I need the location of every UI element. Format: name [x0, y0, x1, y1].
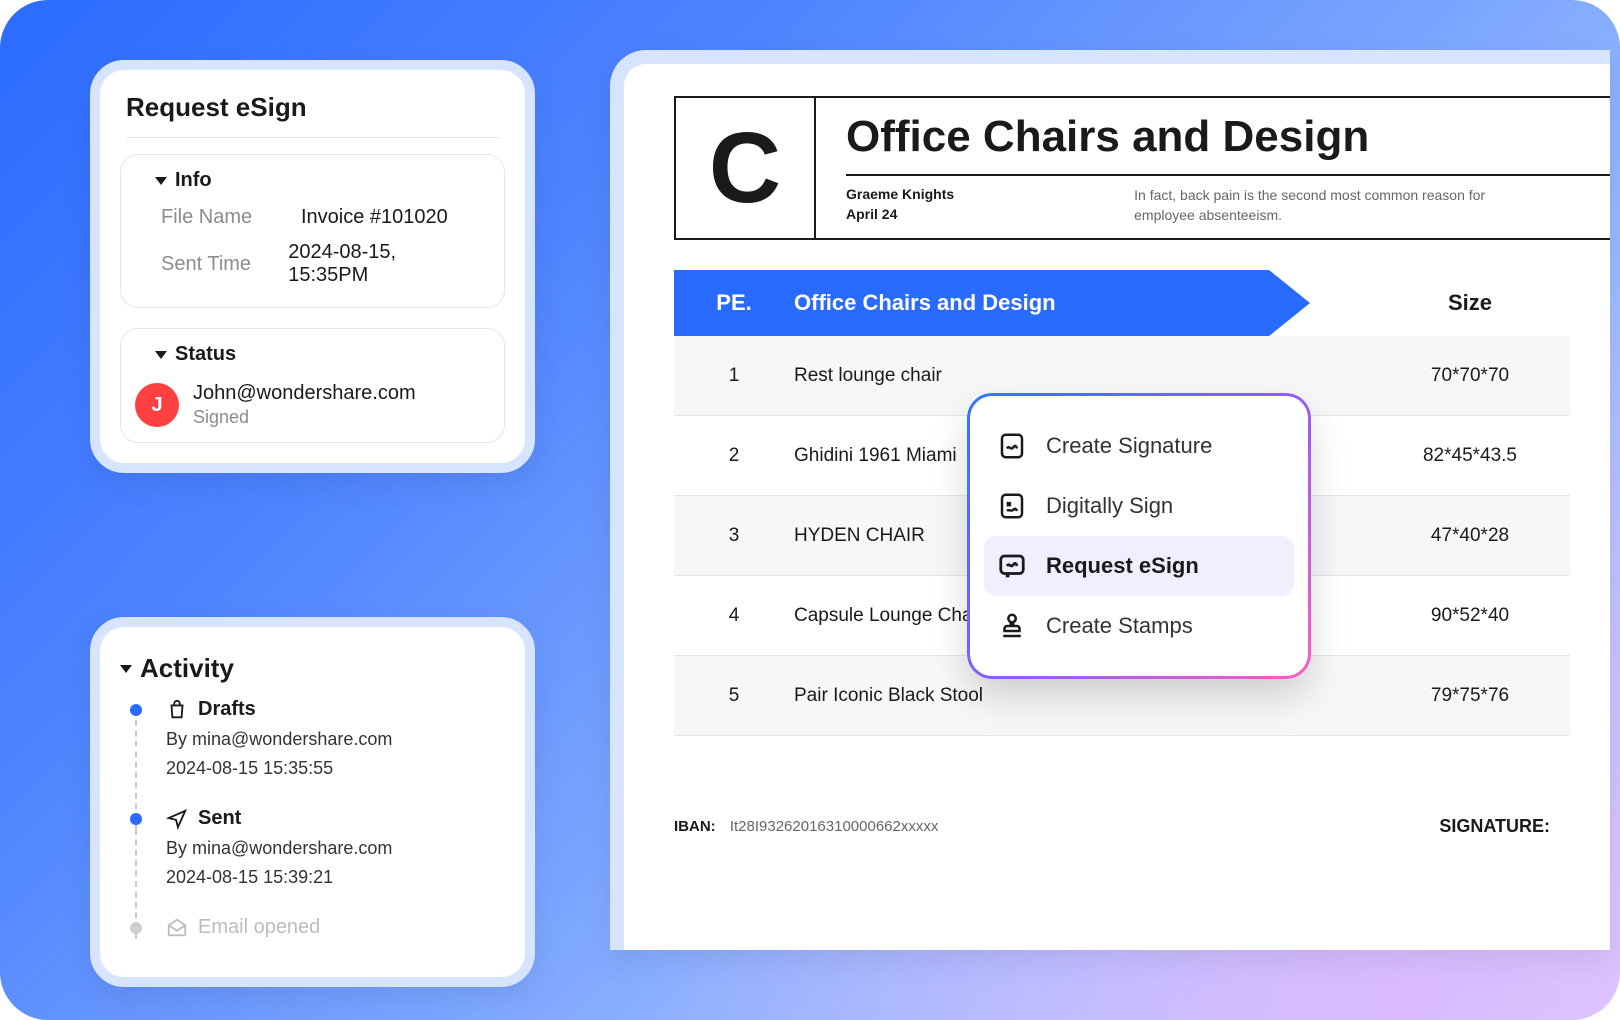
info-section: Info File Name Invoice #101020 Sent Time… — [120, 154, 505, 308]
menu-item-request-esign[interactable]: Request eSign — [984, 536, 1294, 596]
td-size: 70*70*70 — [1370, 365, 1570, 387]
activity-label: Sent — [198, 807, 241, 830]
menu-item-label: Digitally Sign — [1046, 493, 1173, 519]
request-esign-icon — [996, 550, 1028, 582]
status-header[interactable]: Status — [135, 343, 490, 374]
avatar: J — [135, 383, 179, 427]
iban-value: It28I93262016310000662xxxxx — [730, 818, 939, 835]
signer-email: John@wondershare.com — [193, 382, 416, 405]
status-section: Status J John@wondershare.com Signed — [120, 328, 505, 443]
logo-letter: C — [676, 98, 816, 238]
td-size: 82*45*43.5 — [1370, 445, 1570, 467]
menu-item-digitally-sign[interactable]: Digitally Sign — [984, 476, 1294, 536]
td-pe: 1 — [674, 365, 794, 387]
caret-down-icon — [155, 177, 167, 185]
caret-down-icon — [120, 665, 132, 673]
send-icon — [166, 808, 188, 830]
file-name-row: File Name Invoice #101020 — [135, 200, 490, 235]
activity-item-email-opened: Email opened — [136, 916, 505, 939]
file-name-label: File Name — [161, 206, 301, 229]
document-author: Graeme Knights — [846, 186, 954, 202]
activity-date: 2024-08-15 15:35:55 — [166, 758, 505, 779]
activity-panel: Activity Drafts By mina@wondershare.com … — [90, 617, 535, 987]
request-esign-panel: Request eSign Info File Name Invoice #10… — [90, 60, 535, 473]
menu-item-create-stamps[interactable]: Create Stamps — [984, 596, 1294, 656]
th-desc: Office Chairs and Design — [794, 270, 1370, 336]
sent-time-row: Sent Time 2024-08-15, 15:35PM — [135, 235, 490, 293]
activity-by: By mina@wondershare.com — [166, 838, 505, 859]
activity-list: Drafts By mina@wondershare.com 2024-08-1… — [100, 698, 525, 987]
info-header[interactable]: Info — [135, 169, 490, 200]
td-pe: 3 — [674, 525, 794, 547]
td-size: 90*52*40 — [1370, 605, 1570, 627]
signer-row: J John@wondershare.com Signed — [135, 382, 490, 428]
document-footer: IBAN: It28I93262016310000662xxxxx SIGNAT… — [674, 816, 1550, 837]
status-header-label: Status — [175, 343, 236, 366]
signer-status: Signed — [193, 407, 416, 428]
document-blurb: In fact, back pain is the second most co… — [1134, 186, 1534, 225]
activity-label: Email opened — [198, 916, 320, 939]
td-pe: 4 — [674, 605, 794, 627]
menu-item-label: Create Signature — [1046, 433, 1212, 459]
activity-item-drafts: Drafts By mina@wondershare.com 2024-08-1… — [136, 698, 505, 779]
activity-header[interactable]: Activity — [100, 627, 525, 698]
th-size: Size — [1370, 270, 1570, 336]
iban-label: IBAN: — [674, 818, 716, 835]
activity-by: By mina@wondershare.com — [166, 729, 505, 750]
document-title: Office Chairs and Design — [846, 98, 1610, 176]
digital-sign-icon — [996, 490, 1028, 522]
activity-date: 2024-08-15 15:39:21 — [166, 867, 505, 888]
th-pe: PE. — [674, 270, 794, 336]
td-pe: 2 — [674, 445, 794, 467]
info-header-label: Info — [175, 169, 212, 192]
activity-title: Activity — [140, 653, 234, 684]
menu-item-create-signature[interactable]: Create Signature — [984, 416, 1294, 476]
caret-down-icon — [155, 351, 167, 359]
table-header: PE. Office Chairs and Design Size — [674, 270, 1570, 336]
sent-time-value: 2024-08-15, 15:35PM — [288, 241, 464, 287]
sent-time-label: Sent Time — [161, 253, 288, 276]
activity-label: Drafts — [198, 698, 256, 721]
divider — [126, 137, 499, 138]
td-pe: 5 — [674, 685, 794, 707]
stamp-icon — [996, 610, 1028, 642]
document-header: C Office Chairs and Design Graeme Knight… — [674, 96, 1610, 240]
td-size: 47*40*28 — [1370, 525, 1570, 547]
mail-open-icon — [166, 917, 188, 939]
bag-icon — [166, 699, 188, 721]
td-desc: Rest lounge chair — [794, 365, 1370, 387]
signature-doc-icon — [996, 430, 1028, 462]
activity-item-sent: Sent By mina@wondershare.com 2024-08-15 … — [136, 807, 505, 888]
file-name-value: Invoice #101020 — [301, 206, 448, 229]
td-size: 79*75*76 — [1370, 685, 1570, 707]
td-desc: Pair Iconic Black Stool — [794, 685, 1370, 707]
document-date: April 24 — [846, 206, 954, 222]
signature-context-menu: Create Signature Digitally Sign Request eS… — [970, 396, 1308, 676]
menu-item-label: Request eSign — [1046, 553, 1199, 579]
signature-label: SIGNATURE: — [1439, 816, 1550, 837]
menu-item-label: Create Stamps — [1046, 613, 1193, 639]
panel-title: Request eSign — [100, 70, 525, 137]
